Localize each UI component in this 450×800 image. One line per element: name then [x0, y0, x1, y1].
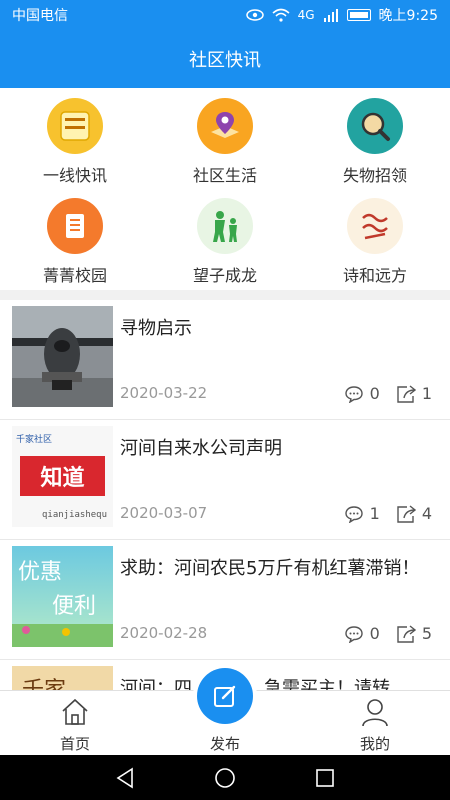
list-item[interactable]: 寻物启示 2020-03-22 0 1	[0, 300, 450, 420]
network-type: 4G	[297, 8, 315, 22]
status-icons: 4G 晚上9:25	[245, 5, 438, 25]
category-jingjing-xiaoyuan[interactable]: 菁菁校园	[0, 190, 150, 290]
map-pin-icon	[197, 98, 253, 154]
thumb-logo: 知道	[20, 456, 105, 496]
battery-icon	[346, 9, 371, 21]
tab-label: 我的	[359, 735, 390, 753]
news-title: 寻物启示	[120, 318, 192, 339]
back-icon[interactable]	[114, 767, 136, 789]
news-thumbnail: 千家	[12, 666, 113, 690]
thumb-logo-text: 知道	[40, 466, 85, 491]
news-date: 2020-03-22	[120, 384, 208, 402]
category-label: 失物招领	[342, 166, 407, 185]
share-count: 1	[421, 384, 432, 403]
comment-count: 1	[369, 504, 380, 523]
news-date: 2020-02-28	[120, 624, 208, 642]
tab-label: 首页	[59, 735, 90, 753]
home-icon	[62, 698, 88, 725]
document-icon	[47, 198, 103, 254]
news-thumbnail	[12, 306, 113, 407]
category-shihe-yuanfang[interactable]: 诗和远方	[300, 190, 450, 290]
poetry-icon	[347, 198, 403, 254]
thumb-text: 便利	[52, 594, 97, 619]
eye-icon	[245, 9, 264, 21]
magnifier-icon	[347, 98, 403, 154]
comment-icon	[344, 385, 363, 403]
category-label: 社区生活	[192, 166, 257, 185]
tab-home[interactable]: 首页	[0, 691, 150, 756]
wifi-icon	[272, 8, 290, 22]
system-nav-bar	[0, 755, 450, 800]
news-title: 求助：河间农民5万斤有机红薯滞销！	[120, 558, 420, 579]
category-yixian-kuaixun[interactable]: 一线快讯	[0, 90, 150, 190]
category-label: 菁菁校园	[42, 266, 107, 285]
news-stats: 0 5	[344, 624, 432, 643]
comment-icon	[344, 625, 363, 643]
news-stats: 0 1	[344, 384, 432, 403]
yixian-kuaixun-icon	[47, 98, 103, 154]
thumb-text: 优惠	[18, 560, 63, 585]
category-shequ-shenghuo[interactable]: 社区生活	[150, 90, 300, 190]
category-label: 诗和远方	[342, 266, 407, 285]
category-grid: 一线快讯 社区生活 失物招领 菁菁校园 望子成龙 诗和远方	[0, 88, 450, 290]
status-time: 晚上9:25	[378, 8, 438, 24]
thumb-text: 千家	[22, 672, 66, 690]
page-title: 社区快讯	[189, 50, 261, 71]
news-thumbnail: 优惠 便利	[12, 546, 113, 647]
news-stats: 1 4	[344, 504, 432, 523]
thumb-subcaption: qianjiashequ	[42, 510, 108, 520]
home-circle-icon[interactable]	[214, 767, 236, 789]
user-icon	[362, 699, 388, 727]
list-item[interactable]: 千家社区 知道 qianjiashequ 河间自来水公司声明 2020-03-0…	[0, 420, 450, 540]
edit-icon	[214, 685, 236, 707]
comment-icon	[344, 505, 363, 523]
signal-icon	[323, 9, 338, 22]
category-label: 一线快讯	[42, 166, 107, 185]
category-wangzi-chenglong[interactable]: 望子成龙	[150, 190, 300, 290]
publish-button[interactable]	[197, 668, 253, 724]
category-label: 望子成龙	[192, 266, 257, 285]
news-date: 2020-03-07	[120, 504, 208, 522]
recents-icon[interactable]	[314, 767, 336, 789]
page-header: 社区快讯	[0, 30, 450, 88]
status-bar: 中国电信 4G 晚上9:25	[0, 0, 450, 30]
news-thumbnail: 千家社区 知道 qianjiashequ	[12, 426, 113, 527]
news-title: 河间自来水公司声明	[120, 438, 282, 459]
category-shiwu-zhaoling[interactable]: 失物招领	[300, 90, 450, 190]
comment-count: 0	[369, 624, 380, 643]
list-item[interactable]: 优惠 便利 求助：河间农民5万斤有机红薯滞销！ 2020-02-28 0 5	[0, 540, 450, 660]
news-list: 寻物启示 2020-03-22 0 1 千家社区 知道 qianjiashequ…	[0, 300, 450, 690]
tab-mine[interactable]: 我的	[300, 691, 450, 756]
share-icon	[397, 504, 416, 523]
share-icon	[397, 624, 416, 643]
share-count: 5	[421, 624, 432, 643]
share-count: 4	[421, 504, 432, 523]
parent-child-icon	[197, 198, 253, 254]
carrier-label: 中国电信	[12, 8, 68, 24]
share-icon	[397, 384, 416, 403]
thumb-caption: 千家社区	[16, 435, 53, 445]
tab-label: 发布	[209, 735, 240, 753]
section-divider	[0, 290, 450, 300]
comment-count: 0	[369, 384, 380, 403]
news-title: 河间：四……葱，急需买主！请转	[120, 678, 390, 690]
